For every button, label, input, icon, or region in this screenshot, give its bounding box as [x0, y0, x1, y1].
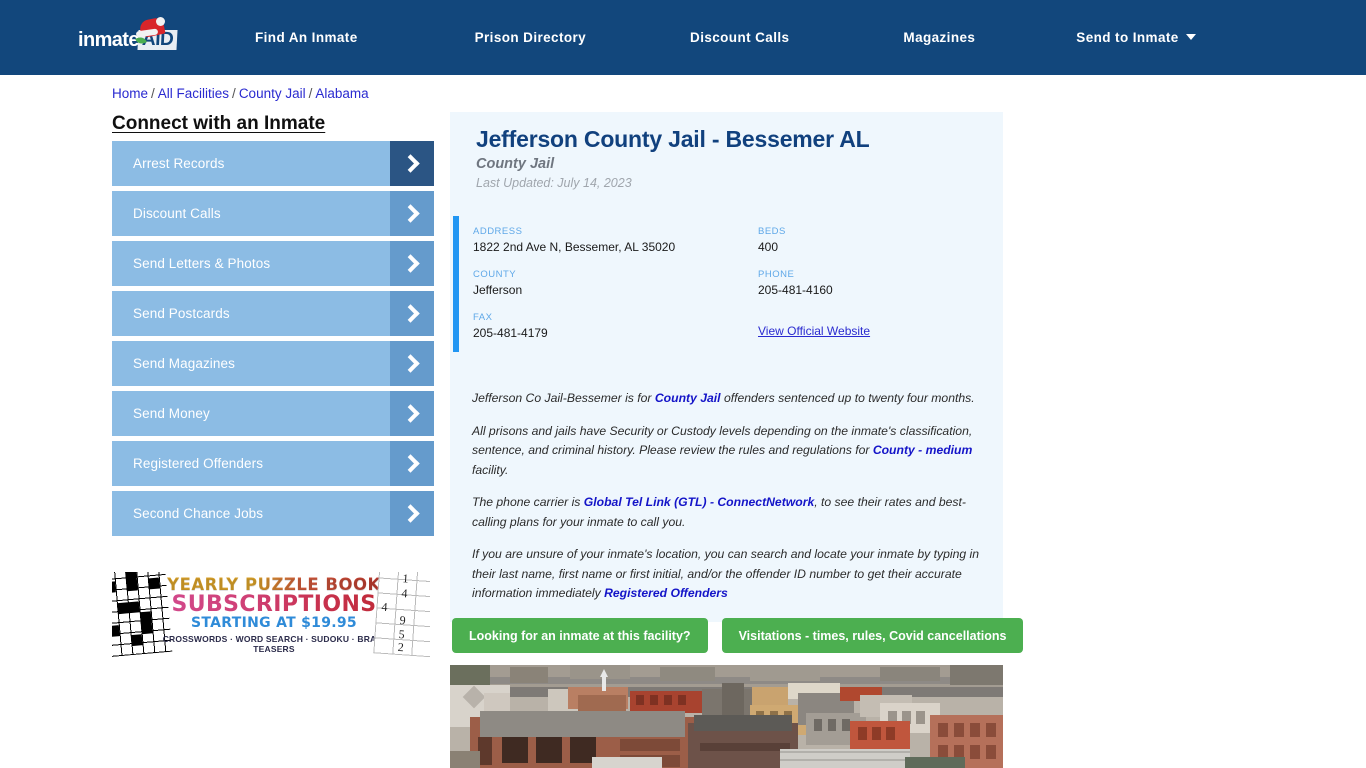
info-value: 400: [758, 240, 779, 254]
info-field-fax: FAX 205-481-4179: [473, 312, 758, 340]
sidebar-item-label: Second Chance Jobs: [133, 506, 264, 521]
chevron-down-icon: [1185, 34, 1196, 40]
sidebar-item-label: Discount Calls: [133, 206, 221, 221]
facility-aerial-photo: [450, 665, 1003, 768]
info-label: PHONE: [758, 269, 795, 280]
desc-p1-text-b: offenders sentenced up to twenty four mo…: [720, 391, 975, 405]
info-label: FAX: [473, 312, 493, 323]
facility-detail-card: Jefferson County Jail - Bessemer AL Coun…: [450, 112, 1003, 622]
sidebar-item-send-magazines[interactable]: Send Magazines: [112, 341, 434, 386]
ad-copy: YEARLY PUZZLE BOOK SUBSCRIPTIONS STARTIN…: [160, 575, 388, 654]
info-field-county: COUNTY Jefferson: [473, 269, 758, 297]
sidebar-item-label: Arrest Records: [133, 156, 225, 171]
info-label: COUNTY: [473, 269, 517, 280]
sidebar-item-label: Send Magazines: [133, 356, 235, 371]
sidebar-item-label: Send Letters & Photos: [133, 256, 271, 271]
info-value: 205-481-4179: [473, 326, 548, 340]
visitations-button[interactable]: Visitations - times, rules, Covid cancel…: [721, 618, 1024, 653]
chevron-right-icon: [390, 391, 434, 436]
sidebar-item-second-chance-jobs[interactable]: Second Chance Jobs: [112, 491, 434, 536]
sidebar-item-send-postcards[interactable]: Send Postcards: [112, 291, 434, 336]
primary-nav: Find An Inmate Prison Directory Discount…: [255, 0, 1196, 75]
facility-info-section: ADDRESS 1822 2nd Ave N, Bessemer, AL 350…: [450, 216, 1003, 367]
chevron-right-icon: [390, 341, 434, 386]
desc-p1-link-county-jail[interactable]: County Jail: [655, 391, 721, 405]
ad-line-4: CROSSWORDS · WORD SEARCH · SUDOKU · BRAI…: [162, 634, 386, 654]
sidebar-item-arrest-records[interactable]: Arrest Records: [112, 141, 434, 186]
description-paragraph-3: The phone carrier is Global Tel Link (GT…: [472, 493, 991, 532]
santa-hat-pom-icon: [156, 17, 165, 26]
nav-item-find-an-inmate[interactable]: Find An Inmate: [255, 30, 358, 45]
facility-action-buttons: Looking for an inmate at this facility? …: [452, 618, 1024, 653]
page-title: Jefferson County Jail - Bessemer AL: [476, 126, 870, 152]
chevron-right-icon: [390, 141, 434, 186]
chevron-right-icon: [390, 291, 434, 336]
sidebar-item-send-letters-and-photos[interactable]: Send Letters & Photos: [112, 241, 434, 286]
desc-p4-link-registered-offenders[interactable]: Registered Offenders: [604, 586, 728, 600]
view-official-website-link[interactable]: View Official Website: [758, 324, 870, 338]
nav-item-discount-calls[interactable]: Discount Calls: [690, 30, 789, 45]
ad-line-3: STARTING AT $19.95: [191, 615, 357, 631]
info-field-phone: PHONE 205-481-4160: [758, 269, 998, 297]
desc-p2-text-b: facility.: [472, 462, 509, 477]
desc-p1-text-a: Jefferson Co Jail-Bessemer is for: [472, 391, 655, 405]
description-paragraph-1: Jefferson Co Jail-Bessemer is for County…: [472, 389, 991, 409]
facility-info-right-column: BEDS 400 PHONE 205-481-4160 View Officia…: [758, 226, 998, 355]
breadcrumb-separator: /: [308, 86, 313, 101]
facility-info-left-column: ADDRESS 1822 2nd Ave N, Bessemer, AL 350…: [473, 226, 758, 355]
chevron-right-icon: [390, 491, 434, 536]
facility-type: County Jail: [476, 156, 555, 172]
breadcrumb-separator: /: [151, 86, 155, 101]
sidebar-item-label: Send Money: [133, 406, 210, 421]
sudoku-digit: 4: [401, 586, 409, 601]
desc-p3-text-a: The phone carrier is: [472, 495, 584, 509]
chevron-right-icon: [390, 191, 434, 236]
breadcrumb-item-county-jail[interactable]: County Jail: [239, 86, 306, 101]
sidebar-item-label: Send Postcards: [133, 306, 230, 321]
logo-wordmark: inmate: [78, 29, 139, 51]
chevron-right-icon: [390, 241, 434, 286]
sudoku-digit: 2: [397, 639, 405, 655]
sidebar-item-send-money[interactable]: Send Money: [112, 391, 434, 436]
info-field-address: ADDRESS 1822 2nd Ave N, Bessemer, AL 350…: [473, 226, 758, 254]
info-value: 1822 2nd Ave N, Bessemer, AL 35020: [473, 240, 676, 254]
facility-header: Jefferson County Jail - Bessemer AL Coun…: [450, 112, 1003, 190]
sidebar-item-label: Registered Offenders: [133, 456, 264, 471]
description-paragraph-2: All prisons and jails have Security or C…: [472, 422, 991, 481]
chevron-right-icon: [390, 441, 434, 486]
breadcrumb: Home / All Facilities / County Jail / Alabama: [112, 86, 369, 101]
info-value: 205-481-4160: [758, 283, 833, 297]
sudoku-digit: 1: [402, 572, 410, 586]
desc-p2-link-county-medium[interactable]: County - medium: [873, 443, 973, 457]
breadcrumb-separator: /: [232, 86, 236, 101]
top-navigation-bar: inmate AID Find An Inmate Prison Directo…: [0, 0, 1366, 75]
breadcrumb-item-alabama[interactable]: Alabama: [315, 86, 368, 101]
nav-item-prison-directory[interactable]: Prison Directory: [475, 30, 586, 45]
sudoku-grid-decoration: 1 4 4 9 5 2: [373, 572, 430, 658]
nav-item-send-to-inmate-label: Send to Inmate: [1076, 30, 1179, 45]
info-value: Jefferson: [473, 283, 523, 297]
site-logo[interactable]: inmate AID: [78, 16, 190, 54]
sidebar-menu: Arrest Records Discount Calls Send Lette…: [112, 141, 434, 541]
info-label: ADDRESS: [473, 226, 523, 237]
info-field-beds: BEDS 400: [758, 226, 998, 254]
sidebar-heading: Connect with an Inmate: [112, 113, 326, 134]
desc-p3-link-gtl-connectnetwork[interactable]: Global Tel Link (GTL) - ConnectNetwork: [584, 495, 814, 509]
breadcrumb-item-all-facilities[interactable]: All Facilities: [158, 86, 229, 101]
breadcrumb-item-home[interactable]: Home: [112, 86, 148, 101]
nav-item-magazines[interactable]: Magazines: [903, 30, 975, 45]
sidebar-item-registered-offenders[interactable]: Registered Offenders: [112, 441, 434, 486]
description-paragraph-4: If you are unsure of your inmate's locat…: [472, 545, 991, 604]
puzzle-book-ad-banner[interactable]: YEARLY PUZZLE BOOK SUBSCRIPTIONS STARTIN…: [112, 572, 430, 658]
accent-bar: [453, 216, 459, 352]
inmate-search-button[interactable]: Looking for an inmate at this facility?: [452, 618, 708, 653]
sudoku-digit: 4: [381, 599, 389, 615]
last-updated-text: Last Updated: July 14, 2023: [476, 176, 632, 190]
sidebar-item-discount-calls[interactable]: Discount Calls: [112, 191, 434, 236]
info-label: BEDS: [758, 226, 786, 237]
facility-description: Jefferson Co Jail-Bessemer is for County…: [450, 367, 1003, 622]
ad-line-2: SUBSCRIPTIONS: [160, 592, 388, 617]
nav-item-send-to-inmate[interactable]: Send to Inmate: [1076, 30, 1196, 45]
